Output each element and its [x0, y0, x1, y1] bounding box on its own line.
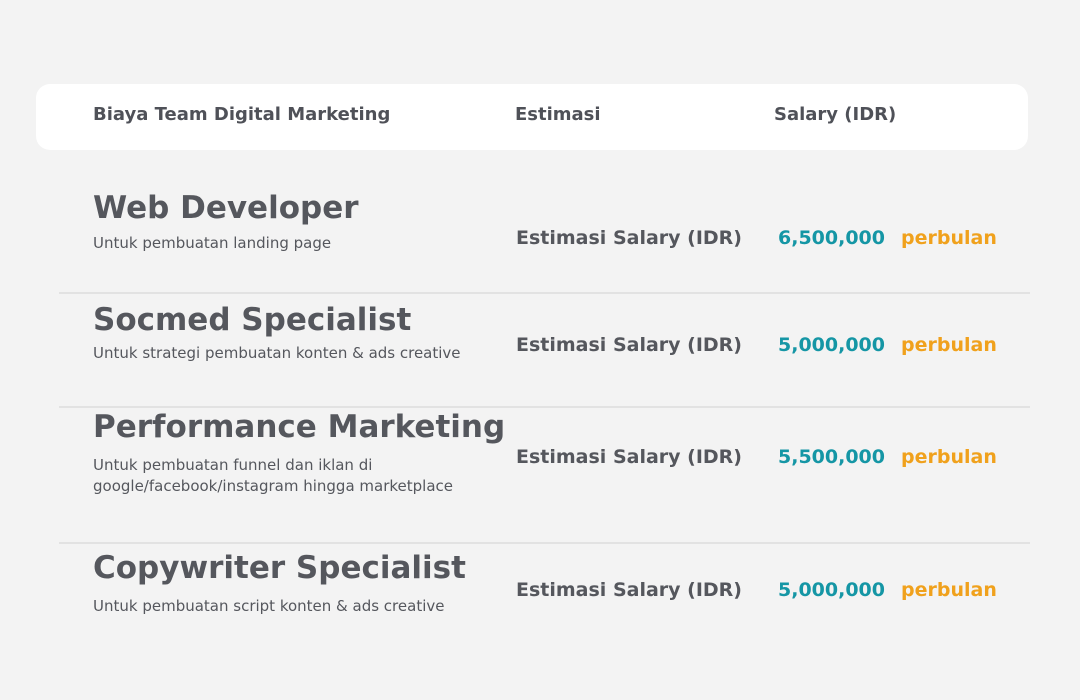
role-title: Copywriter Specialist [93, 550, 466, 586]
role-title: Socmed Specialist [93, 302, 412, 338]
row-divider [59, 292, 1030, 294]
salary-amount: 6,500,000 [778, 227, 885, 249]
salary-period: perbulan [901, 579, 997, 601]
role-title: Performance Marketing [93, 409, 506, 445]
role-title: Web Developer [93, 190, 359, 226]
role-description: Untuk pembuatan landing page [93, 234, 332, 252]
estimate-label: Estimasi Salary (IDR) [516, 446, 742, 468]
salary-amount: 5,000,000 [778, 334, 885, 356]
header-role: Biaya Team Digital Marketing [93, 104, 391, 125]
role-description: Untuk pembuatan funnel dan iklan di goog… [93, 456, 454, 495]
salary-period: perbulan [901, 334, 997, 356]
salary-amount: 5,000,000 [778, 579, 885, 601]
row-divider [59, 542, 1030, 544]
estimate-label: Estimasi Salary (IDR) [516, 227, 742, 249]
header-estimate: Estimasi [515, 104, 601, 125]
salary-amount: 5,500,000 [778, 446, 885, 468]
estimate-label: Estimasi Salary (IDR) [516, 579, 742, 601]
salary-period: perbulan [901, 227, 997, 249]
row-divider [59, 406, 1030, 408]
role-description: Untuk pembuatan script konten & ads crea… [93, 597, 445, 615]
estimate-label: Estimasi Salary (IDR) [516, 334, 742, 356]
salary-period: perbulan [901, 446, 997, 468]
role-description: Untuk strategi pembuatan konten & ads cr… [93, 344, 461, 362]
header-salary: Salary (IDR) [774, 104, 897, 125]
